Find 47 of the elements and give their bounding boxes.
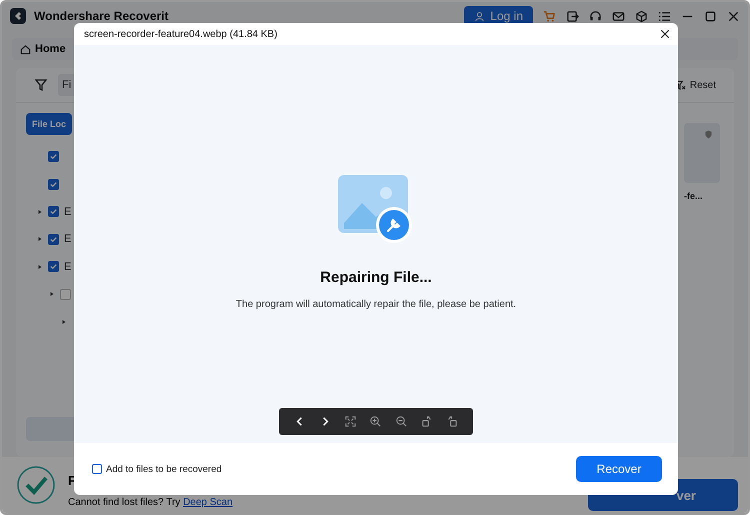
repair-heading: Repairing File... — [320, 269, 432, 286]
shield-icon — [705, 130, 712, 139]
app-logo-icon — [10, 8, 26, 24]
filter-icon[interactable] — [34, 78, 48, 92]
home-button[interactable]: Home — [16, 43, 70, 55]
cube-icon[interactable] — [635, 10, 648, 22]
tree-label: E — [64, 206, 72, 218]
tree-label: E — [64, 260, 72, 273]
app-title: Wondershare Recoverit — [34, 9, 168, 23]
tree-checkbox[interactable] — [48, 178, 59, 190]
file-thumbnail[interactable] — [684, 123, 720, 183]
hint-text: Cannot find lost files? Try — [68, 496, 180, 508]
caret-icon[interactable] — [49, 291, 55, 298]
deep-scan-link[interactable]: Deep Scan — [183, 496, 233, 508]
caret-icon[interactable] — [37, 236, 43, 242]
caret-icon[interactable] — [37, 208, 43, 215]
zoom-in-icon[interactable] — [369, 415, 382, 428]
checkmark-icon — [16, 465, 56, 505]
tree-checkbox[interactable] — [48, 151, 59, 162]
home-icon — [20, 44, 31, 54]
file-name: -fe... — [684, 191, 704, 201]
file-location-tab[interactable]: File Loc — [26, 113, 72, 135]
fit-screen-icon[interactable] — [344, 415, 358, 428]
add-checkbox-label: Add to files to be recovered — [106, 464, 222, 474]
headset-icon[interactable] — [589, 10, 602, 22]
dialog-title: screen-recorder-feature04.webp (41.84 KB) — [84, 28, 278, 40]
add-checkbox[interactable] — [92, 464, 102, 474]
recover-button[interactable]: Recover — [576, 456, 662, 482]
reset-button[interactable]: Reset — [668, 78, 722, 92]
caret-icon[interactable] — [61, 318, 67, 325]
caret-icon[interactable] — [37, 264, 43, 270]
export-icon[interactable] — [566, 10, 579, 22]
close-icon[interactable] — [727, 10, 740, 22]
menu-icon[interactable] — [658, 10, 671, 22]
tree-label: E — [64, 233, 72, 246]
maximize-icon[interactable] — [704, 10, 717, 22]
close-icon[interactable] — [660, 29, 670, 39]
zoom-out-icon[interactable] — [394, 415, 408, 428]
tree-checkbox[interactable] — [48, 206, 59, 218]
rotate-right-icon[interactable] — [420, 415, 434, 428]
user-icon — [474, 10, 486, 22]
rotate-left-icon[interactable] — [446, 415, 459, 428]
tree-checkbox[interactable] — [48, 234, 59, 245]
tree-checkbox[interactable] — [48, 261, 59, 272]
repair-message: The program will automatically repair the file, please be patient. — [236, 299, 516, 310]
mail-icon[interactable] — [612, 10, 625, 22]
tree-checkbox[interactable] — [60, 288, 71, 300]
